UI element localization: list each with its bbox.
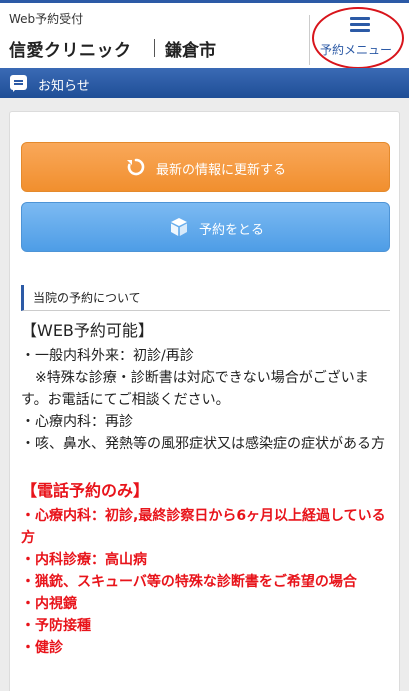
phone-line: ・内視鏡 — [21, 596, 77, 612]
section-title: 当院の予約について — [33, 291, 141, 305]
phone-line: ・心療内科：初診,最終診察日から6ヶ月以上経過している方 — [21, 508, 386, 546]
cube-icon — [171, 218, 187, 236]
reservation-menu-button[interactable]: 予約メニュー — [314, 11, 406, 67]
notice-bar-title: お知らせ — [38, 79, 90, 94]
notice-panel: 最新の情報に更新する 予約をとる 当院の予約について 【WEB予約可能】 ・一般… — [9, 111, 400, 691]
section-header: 当院の予約について — [21, 285, 390, 311]
header-subtitle: Web予約受付 — [9, 12, 84, 26]
phone-line: ・猟銃、スキューバ等の特殊な診断書をご希望の場合 — [21, 574, 357, 590]
reserve-button-label: 予約をとる — [199, 223, 265, 238]
reserve-button[interactable]: 予約をとる — [21, 202, 390, 252]
phone-line: ・内科診療：高山病 — [21, 552, 147, 568]
reservation-info: 【WEB予約可能】 ・一般内科外来：初診/再診 ※特殊な診療・診断書は対応できな… — [21, 319, 393, 659]
phone-line: ・健診 — [21, 640, 63, 656]
header-divider — [154, 39, 155, 57]
web-line: ・咳、鼻水、発熱等の風邪症状又は感染症の症状がある方 — [21, 436, 385, 452]
refresh-button[interactable]: 最新の情報に更新する — [21, 142, 390, 192]
hamburger-icon — [350, 17, 370, 33]
menu-separator — [309, 15, 310, 65]
clinic-city: 鎌倉市 — [165, 41, 216, 61]
web-line: ※特殊な診療・診断書は対応できない場合がございます。お電話にてご相談ください。 — [21, 370, 369, 408]
clinic-name: 信愛クリニック — [9, 41, 132, 61]
web-line: ・一般内科外来：初診/再診 — [21, 348, 194, 364]
phone-reservation-heading: 【電話予約のみ】 — [21, 481, 150, 500]
refresh-button-label: 最新の情報に更新する — [156, 163, 287, 178]
notice-bar: お知らせ — [0, 68, 409, 98]
app-header: Web予約受付 信愛クリニック 鎌倉市 予約メニュー — [0, 0, 409, 69]
web-line: ・心療内科：再診 — [21, 414, 133, 430]
phone-line: ・予防接種 — [21, 618, 91, 634]
speech-bubble-icon — [10, 75, 27, 92]
refresh-icon — [127, 158, 145, 176]
web-reservation-heading: 【WEB予約可能】 — [21, 321, 154, 340]
menu-button-label: 予約メニュー — [320, 43, 393, 57]
